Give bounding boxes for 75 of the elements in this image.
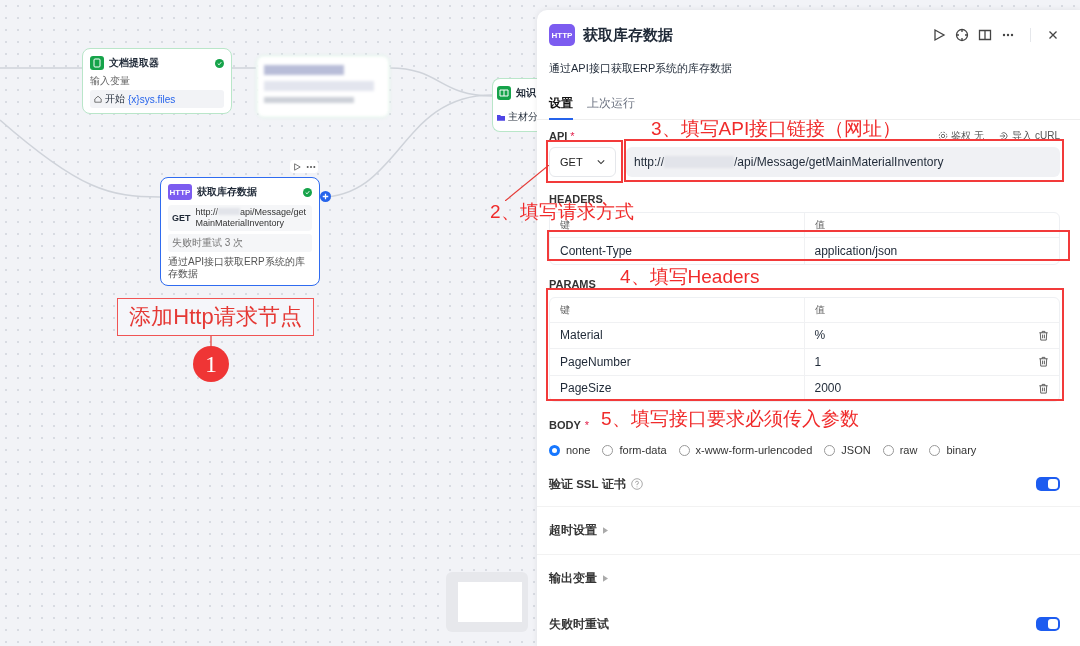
add-icon[interactable] [320,191,331,202]
value-cell[interactable]: 1 [814,354,822,369]
settings-icon[interactable] [938,130,949,141]
retry-label: 失败时重试 [549,616,609,632]
import-icon[interactable] [999,130,1010,141]
toggle-switch[interactable] [1036,617,1060,631]
folder-icon [497,113,505,121]
radio-label[interactable]: form-data [619,444,667,456]
book-icon [497,86,511,100]
column-header: 值 [813,218,826,232]
radio-label[interactable]: none [566,444,591,456]
method-select[interactable]: GET [549,147,616,177]
home-icon [94,95,102,103]
panel-description: 通过API接口获取ERP系统的库存数据 [549,61,734,76]
trash-icon[interactable] [1038,382,1049,394]
api-label: API [549,129,568,142]
body-label: BODY [549,419,581,431]
input-label: 输入变量 [90,74,131,88]
annotation-text: 4、填写Headers [620,265,760,289]
key-cell[interactable]: PageNumber [550,349,805,375]
caret-right-icon [603,575,608,582]
leader-line [210,335,212,347]
leader-line [505,165,549,201]
knowledge-item: 主材分 [508,110,538,124]
chevron-down-icon [597,159,605,165]
radio-button[interactable] [549,444,560,456]
toggle-switch[interactable] [1036,477,1060,491]
tab[interactable]: 上次运行 [587,88,635,120]
annotation-label: 添加Http请求节点 [117,298,314,336]
params-label: PARAMS [549,276,596,292]
workflow-node[interactable]: 知识 主材分 [492,78,537,132]
radio-label[interactable]: JSON [841,444,871,456]
tab[interactable]: 设置 [549,88,573,120]
trash-icon[interactable] [1038,356,1049,368]
variable-source: 开始 [105,92,125,106]
radio-label[interactable]: x-www-form-urlencoded [695,444,813,456]
step-number-badge: 1 [193,346,229,382]
crosshair-icon[interactable] [955,28,969,42]
retry-info: 失败时重试 3 次 [168,234,312,252]
http-badge: HTTP [168,184,192,200]
radio-label[interactable]: binary [946,444,977,456]
annotation-text: 5、填写接口要求必须传入参数 [601,407,859,431]
section-header[interactable]: 输出变量 [549,571,597,586]
workflow-node[interactable]: 文档提取器 输入变量 开始 {x}sys.files [82,48,232,114]
section-header[interactable]: 超时设置 [549,523,597,538]
trash-icon[interactable] [1038,329,1049,341]
url-text: http:// api/Message/getMainMaterialInventory [195,207,308,229]
column-header: 值 [813,302,826,317]
required-mark: * [584,419,590,431]
column-header: 键 [550,297,805,322]
node-title: 文档提取器 [109,56,159,70]
play-icon[interactable] [292,162,301,171]
http-badge: HTTP [549,24,575,46]
key-cell[interactable]: Content-Type [550,238,805,264]
value-cell[interactable]: application/json [814,243,898,258]
annotation-text: 3、填写API接口链接（网址） [651,117,902,141]
node-description: 通过API接口获取ERP系统的库存数据 [168,256,306,280]
variable-name: {x}sys.files [128,93,176,105]
caret-right-icon [603,527,608,534]
document-icon [90,56,104,70]
node-title: 知识 [516,86,536,100]
url-field[interactable]: http:// /api/Message/getMainMaterialInventory [626,147,1060,177]
value-cell[interactable]: % [814,328,826,343]
play-icon[interactable] [932,28,946,42]
node-title: 获取库存数据 [197,185,257,199]
book-icon[interactable] [978,28,992,42]
panel-title: 获取库存数据 [583,25,673,45]
key-cell[interactable]: PageSize [550,375,805,401]
value-cell[interactable]: 2000 [814,381,842,396]
method-label: GET [172,213,191,223]
key-cell[interactable]: Material [550,322,805,348]
more-icon[interactable] [305,164,316,169]
radio-label[interactable]: raw [899,444,918,456]
ssl-label: 验证 SSL 证书 [549,476,626,492]
required-mark: * [570,129,575,142]
